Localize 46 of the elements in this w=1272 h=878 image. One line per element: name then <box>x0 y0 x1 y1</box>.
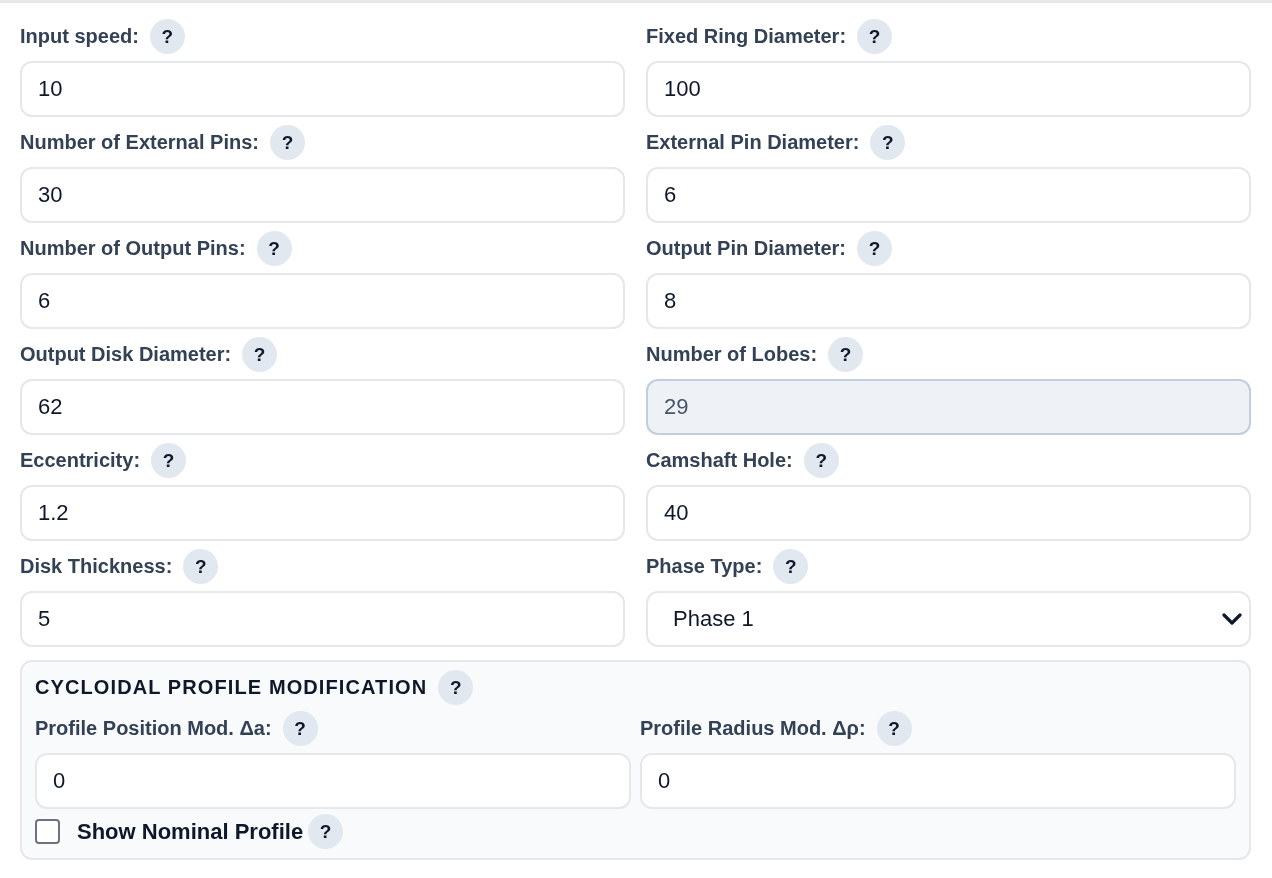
help-button[interactable]: ? <box>870 125 906 160</box>
help-button[interactable]: ? <box>269 125 305 160</box>
help-button[interactable]: ? <box>256 231 292 266</box>
field-label: Camshaft Hole: <box>646 449 793 472</box>
field-label: Phase Type: <box>646 555 763 578</box>
help-button[interactable]: ? <box>438 670 474 705</box>
number-input[interactable]: 0 <box>640 753 1236 809</box>
help-button[interactable]: ? <box>183 549 219 584</box>
field-label: Profile Radius Mod. Δρ: <box>640 717 866 740</box>
number-input[interactable]: 30 <box>20 167 625 223</box>
field-label: External Pin Diameter: <box>646 131 860 154</box>
field-label: Input speed: <box>20 25 139 48</box>
help-button[interactable]: ? <box>773 549 809 584</box>
number-input[interactable]: 0 <box>35 753 631 809</box>
field-label: Number of Output Pins: <box>20 237 246 260</box>
field-label: Number of Lobes: <box>646 343 818 366</box>
number-input[interactable]: 6 <box>646 167 1251 223</box>
checkbox[interactable] <box>35 819 60 844</box>
field-label: Eccentricity: <box>20 449 141 472</box>
number-input[interactable]: 40 <box>646 485 1251 541</box>
number-input[interactable]: 62 <box>20 379 625 435</box>
chevron-down-icon <box>1222 613 1242 625</box>
help-button[interactable]: ? <box>282 711 318 746</box>
number-input[interactable]: 5 <box>20 591 625 647</box>
help-button[interactable]: ? <box>803 443 839 478</box>
help-button[interactable]: ? <box>857 19 893 54</box>
number-input[interactable]: 10 <box>20 61 625 117</box>
number-input[interactable]: 100 <box>646 61 1251 117</box>
help-button[interactable]: ? <box>308 814 344 849</box>
field-label: Profile Position Mod. Δa: <box>35 717 272 740</box>
field-label: Fixed Ring Diameter: <box>646 25 847 48</box>
field-label: Output Pin Diameter: <box>646 237 846 260</box>
field-label: Disk Thickness: <box>20 555 173 578</box>
help-button[interactable]: ? <box>149 19 185 54</box>
dropdown[interactable]: Phase 1 <box>646 591 1251 647</box>
help-button[interactable]: ? <box>242 337 278 372</box>
help-button[interactable]: ? <box>151 443 187 478</box>
checkbox-label: Show Nominal Profile <box>77 818 304 845</box>
number-input[interactable]: 8 <box>646 273 1251 329</box>
field-label: Output Disk Diameter: <box>20 343 232 366</box>
number-input[interactable]: 1.2 <box>20 485 625 541</box>
field-label: Number of External Pins: <box>20 131 259 154</box>
help-button[interactable]: ? <box>876 711 912 746</box>
section-heading: CYCLOIDAL PROFILE MODIFICATION <box>35 676 428 699</box>
help-button[interactable]: ? <box>857 231 892 266</box>
number-input[interactable]: 6 <box>20 273 625 329</box>
